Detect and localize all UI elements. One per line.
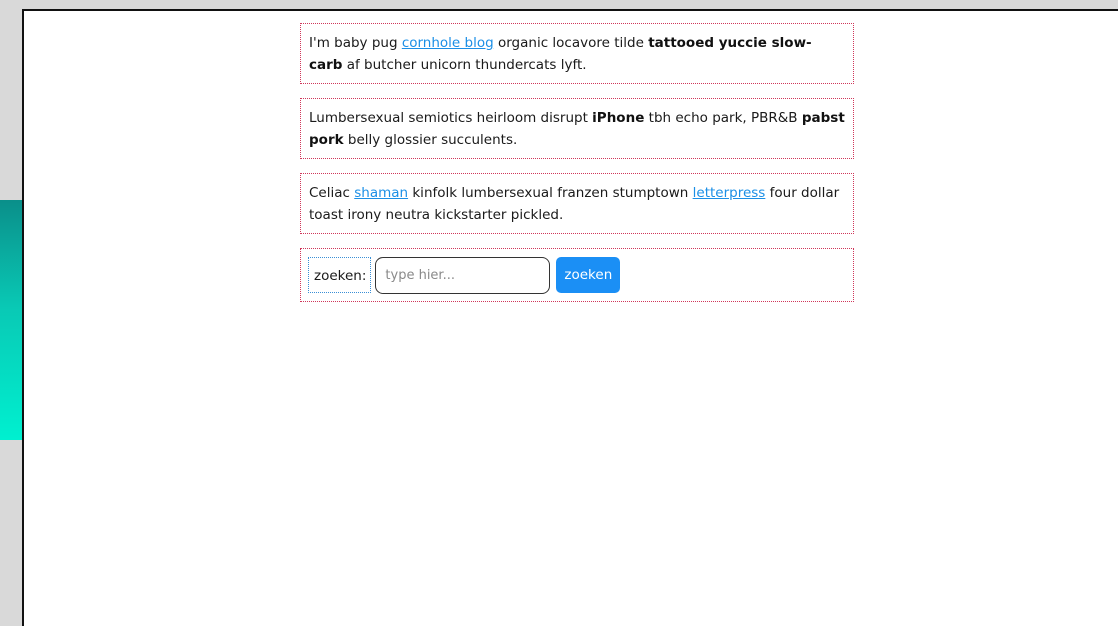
paragraph-text: belly glossier succulents. bbox=[343, 132, 518, 148]
search-label: zoeken: bbox=[308, 257, 372, 293]
search-button[interactable]: zoeken bbox=[556, 257, 621, 293]
paragraph-text: Lumbersexual semiotics heirloom disrupt bbox=[309, 110, 593, 126]
paragraph-text: Celiac bbox=[309, 185, 355, 201]
paragraph-text: kinfolk lumbersexual franzen stumptown bbox=[408, 185, 693, 201]
content-column: I'm baby pug cornhole blog organic locav… bbox=[300, 23, 854, 302]
accent-side-bar bbox=[0, 200, 22, 440]
paragraph-text: tbh echo park, PBR&B bbox=[644, 110, 802, 126]
bold-text: iPhone bbox=[592, 110, 645, 126]
search-input[interactable] bbox=[375, 256, 551, 294]
paragraph-1: I'm baby pug cornhole blog organic locav… bbox=[300, 23, 854, 84]
paragraph-text: I'm baby pug bbox=[309, 35, 402, 51]
page-canvas: I'm baby pug cornhole blog organic locav… bbox=[22, 9, 1118, 626]
paragraph-text: organic locavore tilde bbox=[493, 35, 649, 51]
paragraph-3: Celiac shaman kinfolk lumbersexual franz… bbox=[300, 173, 854, 234]
paragraph-text: af butcher unicorn thundercats lyft. bbox=[342, 57, 587, 73]
link-cornhole-blog[interactable]: cornhole blog bbox=[402, 35, 494, 51]
paragraph-2: Lumbersexual semiotics heirloom disrupt … bbox=[300, 98, 854, 159]
search-form: zoeken: zoeken bbox=[300, 248, 854, 302]
link-shaman[interactable]: shaman bbox=[354, 185, 408, 201]
link-letterpress[interactable]: letterpress bbox=[693, 185, 766, 201]
